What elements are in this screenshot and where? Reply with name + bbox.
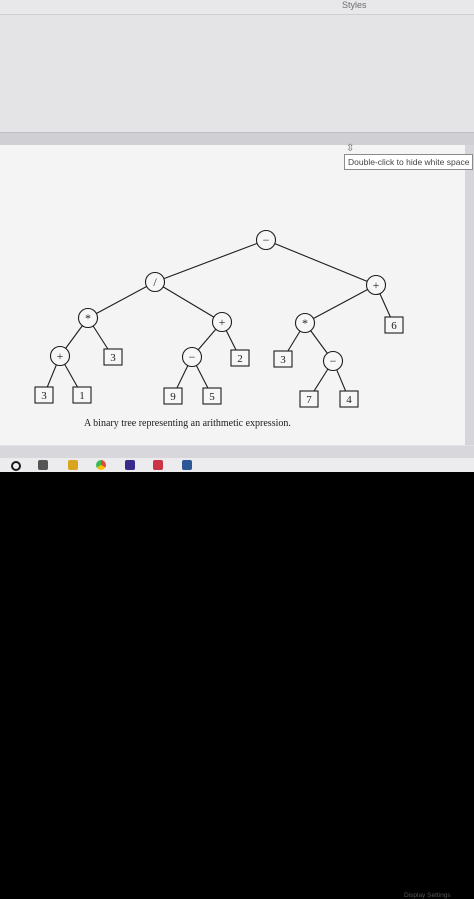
word-window: Styles ⇳ Double-click to hide white spac… — [0, 0, 474, 899]
operand-label: 2 — [237, 353, 243, 365]
operator-label: * — [85, 311, 91, 325]
operator-label: + — [57, 349, 64, 363]
operator-label: * — [302, 316, 308, 330]
operator-label: − — [189, 350, 196, 364]
operand-label: 1 — [79, 390, 85, 402]
operator-label: + — [219, 315, 226, 329]
tree-edge — [265, 239, 377, 286]
search-circle-icon[interactable] — [11, 461, 21, 471]
operator-label: − — [263, 233, 270, 247]
status-bar: Display Settings — [0, 446, 474, 899]
snip-tool-icon[interactable] — [153, 460, 163, 470]
app-purple-icon[interactable] — [125, 460, 135, 470]
word-icon[interactable] — [182, 460, 192, 470]
operand-label: 3 — [110, 352, 116, 364]
operator-label: + — [373, 278, 380, 292]
task-view-icon[interactable] — [38, 460, 48, 470]
file-explorer-icon[interactable] — [68, 460, 78, 470]
operand-label: 7 — [306, 394, 312, 406]
chrome-icon[interactable] — [96, 460, 106, 470]
operand-label: 3 — [41, 390, 47, 402]
tree-edge — [304, 284, 377, 324]
operand-label: 5 — [209, 391, 215, 403]
tree-edge — [87, 281, 156, 319]
operand-label: 9 — [170, 391, 176, 403]
display-settings-button[interactable]: Display Settings — [404, 892, 451, 899]
operand-label: 3 — [280, 354, 286, 366]
figure-caption: A binary tree representing an arithmetic… — [84, 418, 291, 429]
operand-label: 6 — [391, 320, 397, 332]
expression-tree-figure: −/+* + * 6+ 3−2 3 −3 1 9 5 7 4 — [34, 229, 404, 408]
operator-label: − — [330, 354, 337, 368]
off-screen-area — [0, 472, 474, 632]
operand-label: 4 — [346, 394, 352, 406]
tree-edge — [154, 281, 223, 323]
tree-edge — [154, 239, 267, 283]
